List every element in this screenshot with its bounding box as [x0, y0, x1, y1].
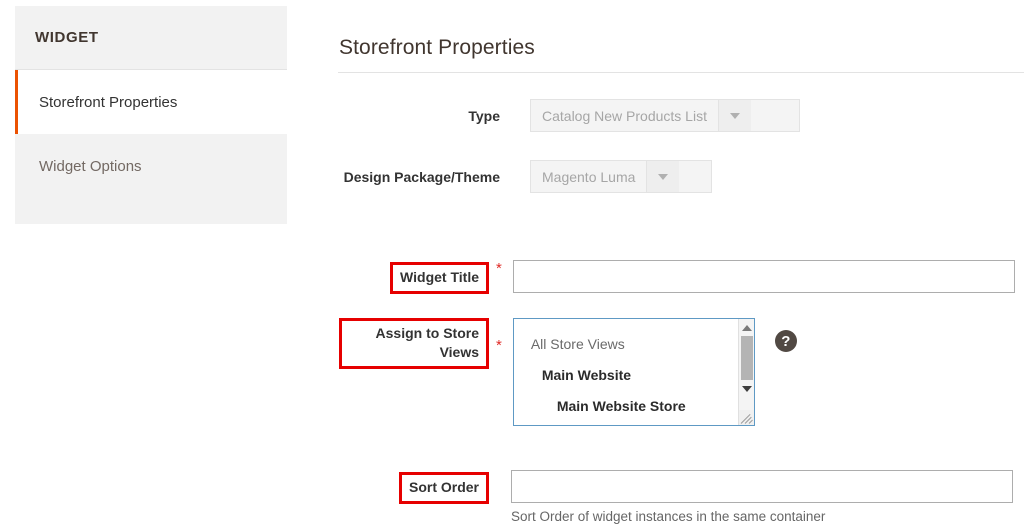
store-view-option-website[interactable]: Main Website — [514, 360, 738, 391]
page-title: Storefront Properties — [339, 36, 535, 59]
field-row-design-theme: Design Package/Theme Magento Luma — [339, 160, 712, 193]
store-views-option-list: All Store Views Main Website Main Websit… — [514, 319, 738, 425]
store-view-option-all[interactable]: All Store Views — [514, 329, 738, 360]
widget-sidebar: WIDGET Storefront Properties Widget Opti… — [15, 6, 287, 224]
sidebar-item-widget-options[interactable]: Widget Options — [15, 134, 287, 198]
design-theme-select-value: Magento Luma — [542, 168, 636, 185]
caret-shape — [658, 173, 669, 180]
scroll-up-arrow-icon[interactable] — [739, 320, 754, 335]
sidebar-item-label: Widget Options — [39, 157, 142, 175]
title-divider — [338, 72, 1024, 73]
sidebar-bottom-spacer — [15, 198, 287, 224]
widget-title-input[interactable] — [512, 260, 1015, 293]
question-mark-icon[interactable]: ? — [774, 330, 797, 352]
assign-store-views-label: Assign to Store Views — [339, 318, 489, 369]
type-select-value: Catalog New Products List — [542, 107, 707, 124]
triangle-up-shape — [741, 324, 752, 331]
caret-shape — [729, 112, 740, 119]
sort-order-label: Sort Order — [398, 472, 489, 504]
store-view-option-store[interactable]: Main Website Store — [514, 391, 738, 422]
type-select[interactable]: Catalog New Products List — [530, 99, 800, 132]
sidebar-nav: Storefront Properties Widget Options — [15, 70, 287, 224]
field-row-sort-order: Sort Order Sort Order of widget instance… — [339, 470, 1013, 524]
triangle-down-shape — [741, 385, 752, 392]
sidebar-item-label: Storefront Properties — [39, 93, 178, 111]
sidebar-item-storefront-properties[interactable]: Storefront Properties — [15, 70, 287, 134]
sort-order-input[interactable] — [511, 470, 1013, 503]
store-views-multiselect[interactable]: All Store Views Main Website Main Websit… — [512, 318, 755, 426]
design-theme-label: Design Package/Theme — [343, 169, 500, 185]
scrollbar-thumb[interactable] — [740, 336, 753, 380]
design-theme-select[interactable]: Magento Luma — [530, 160, 712, 193]
resize-handle-icon[interactable] — [738, 410, 754, 425]
widget-title-required-marker: * — [496, 260, 502, 277]
assign-store-views-required-marker: * — [496, 337, 502, 354]
widget-title-label: Widget Title — [390, 262, 489, 294]
sort-order-note: Sort Order of widget instances in the sa… — [511, 509, 826, 524]
type-label: Type — [468, 108, 500, 124]
sidebar-header-title: WIDGET — [35, 29, 99, 46]
chevron-down-icon — [717, 100, 751, 131]
field-row-widget-title: Widget Title * — [339, 260, 1015, 294]
widget-storefront-properties-page: WIDGET Storefront Properties Widget Opti… — [0, 0, 1025, 531]
main-content: Storefront Properties — [338, 0, 1024, 73]
field-row-type: Type Catalog New Products List — [339, 99, 800, 132]
chevron-down-icon — [646, 161, 680, 192]
sidebar-header: WIDGET — [15, 6, 287, 70]
field-row-assign-store-views: Assign to Store Views * All Store Views … — [339, 318, 797, 426]
scroll-down-arrow-icon[interactable] — [739, 381, 754, 396]
